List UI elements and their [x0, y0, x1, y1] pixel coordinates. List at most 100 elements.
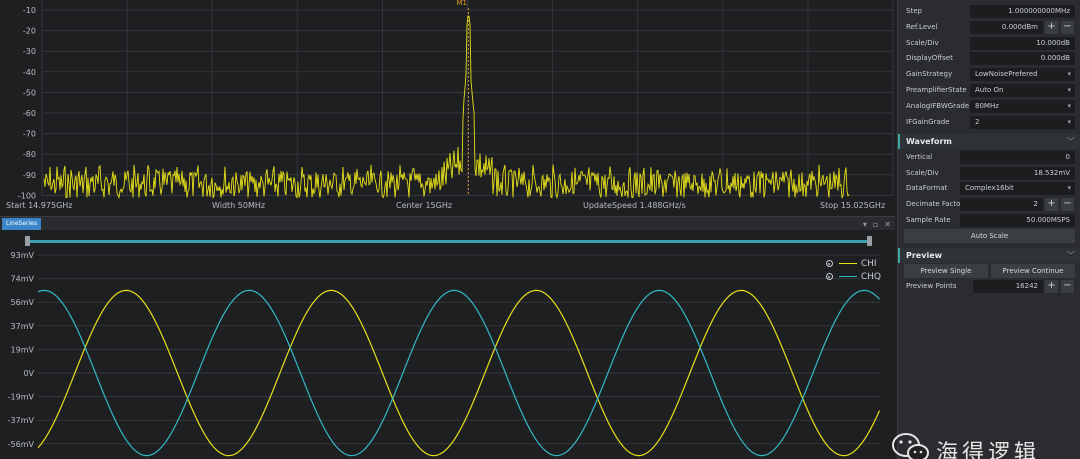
row-sample-rate: Sample Rate 50.000MSPS [898, 213, 1080, 228]
spectrum-trace [43, 15, 850, 200]
row-analog-ifbw: AnalogIFBWGrade 80MHz [898, 99, 1080, 114]
row-vertical: Vertical 0 [898, 150, 1080, 165]
scale-div-input[interactable]: 10.000dB [970, 37, 1075, 50]
analog-ifbw-select[interactable]: 80MHz [970, 100, 1075, 113]
time-panel-tabbar: LineSeries ▾ ▫ ✕ [0, 216, 895, 230]
y-tick-label: 56mV [11, 298, 35, 307]
waveform-section-header[interactable]: Waveform ﹀ [898, 134, 1080, 149]
ref-level-plus-button[interactable]: + [1045, 21, 1058, 34]
preview-points-plus-button[interactable]: + [1045, 280, 1058, 293]
wechat-icon [892, 433, 929, 459]
decimate-minus-button[interactable]: − [1061, 198, 1074, 211]
display-offset-input[interactable]: 0.000dB [970, 52, 1075, 65]
label-if-gain: IFGainGrade [906, 118, 950, 126]
y-tick-label: 19mV [11, 345, 35, 354]
time-domain-plot[interactable]: 93mV 74mV 56mV 37mV 19mV 0V -19mV -37mV -56mV [0, 230, 895, 459]
chevron-down-icon[interactable]: ﹀ [1067, 250, 1075, 261]
preview-points-input[interactable]: 16242 [973, 280, 1043, 293]
step-input[interactable]: 1.000000000MHz [970, 5, 1075, 18]
row-gain-strategy: GainStrategy LowNoisePrefered [898, 67, 1080, 82]
label-preview-points: Preview Points [906, 282, 957, 290]
label-display-offset: DisplayOffset [906, 54, 953, 62]
row-preamp: PreamplifierState Auto On [898, 83, 1080, 98]
ref-level-minus-button[interactable]: − [1061, 21, 1074, 34]
gain-strategy-select[interactable]: LowNoisePrefered [970, 68, 1075, 81]
spectrum-plot[interactable]: -10-20-30-40-50-60-70-80-90-100M1 [0, 0, 895, 200]
range-slider-right-handle [867, 236, 872, 246]
swatch-chq [838, 275, 857, 278]
y-tick-label: -40 [23, 68, 36, 77]
label-analog-ifbw: AnalogIFBWGrade [906, 102, 970, 110]
if-gain-select[interactable]: 2 [970, 116, 1075, 129]
dropdown-icon[interactable]: ▾ [863, 220, 867, 229]
preview-section-header[interactable]: Preview ﹀ [898, 248, 1080, 263]
spectrum-panel[interactable]: -10 -20 -30 -40 -50 -60 -70 -80 -90 -100 M1 Start … [0, 0, 895, 215]
decimate-input[interactable]: 2 [960, 198, 1043, 211]
preview-points-minus-button[interactable]: − [1061, 280, 1074, 293]
waveform-title: Waveform [906, 137, 952, 146]
y-tick-label: -60 [23, 109, 36, 118]
legend-item-chi[interactable]: CHI [825, 257, 881, 270]
watermark-text: 海得逻辑 [936, 441, 1041, 459]
float-icon[interactable]: ▫ [873, 220, 878, 229]
y-tick-label: -10 [23, 6, 36, 15]
stop-freq: Stop 15.025GHz [820, 201, 886, 210]
row-display-offset: DisplayOffset 0.000dB [898, 51, 1080, 66]
vertical-input[interactable]: 0 [960, 151, 1075, 164]
preview-title: Preview [906, 251, 943, 260]
row-step: Step 1.000000000MHz [898, 4, 1080, 19]
tab-line-series[interactable]: LineSeries [2, 218, 41, 230]
label-ref-level: Ref.Level [906, 23, 938, 31]
start-freq: Start 14.975GHz [6, 201, 73, 210]
row-preview-points: Preview Points 16242 + − [898, 279, 1080, 294]
radio-icon[interactable] [825, 260, 833, 267]
label-gain-strategy: GainStrategy [906, 70, 953, 78]
label-vertical: Vertical [906, 153, 933, 161]
row-data-format: DataFormat Complex16bit [898, 181, 1080, 196]
chevron-down-icon[interactable]: ﹀ [1067, 136, 1075, 147]
legend: CHI CHQ [825, 257, 881, 283]
legend-label-chq: CHQ [860, 271, 881, 282]
range-slider-left-handle [25, 236, 30, 246]
marker-label: M1 [457, 0, 468, 7]
label-step: Step [906, 7, 922, 15]
legend-item-chq[interactable]: CHQ [825, 270, 881, 283]
y-tick-label: -19mV [8, 393, 35, 402]
label-sample-rate: Sample Rate [906, 216, 951, 224]
auto-scale-button[interactable]: Auto Scale [904, 229, 1075, 243]
label-preamp: PreamplifierState [906, 86, 967, 94]
decimate-plus-button[interactable]: + [1045, 198, 1058, 211]
y-tick-label: -50 [23, 88, 36, 97]
center-freq: Center 15GHz [396, 201, 453, 210]
spectrum-footer: Start 14.975GHz Width 50MHz Center 15GHz… [0, 198, 895, 214]
ref-level-input[interactable]: 0.000dBm [970, 21, 1043, 34]
label-scale-div: Scale/Div [906, 39, 939, 47]
y-tick-label: 74mV [11, 275, 35, 284]
y-tick-label: 37mV [11, 322, 35, 331]
y-tick-label: -20 [23, 27, 36, 36]
label-decimate: Decimate Factor [906, 200, 964, 208]
span-width: Width 50MHz [212, 201, 266, 210]
sample-rate-input[interactable]: 50.000MSPS [960, 214, 1075, 227]
preview-single-button[interactable]: Preview Single [904, 264, 988, 278]
preamp-select[interactable]: Auto On [970, 84, 1075, 97]
y-tick-label: -37mV [8, 416, 35, 425]
preview-continue-button[interactable]: Preview Continue [991, 264, 1075, 278]
analyzer-window: -10 -20 -30 -40 -50 -60 -70 -80 -90 -100 M1 Start … [0, 0, 1080, 459]
legend-label-chi: CHI [860, 258, 877, 269]
wf-scale-div-input[interactable]: 18.532mV [960, 167, 1075, 180]
data-format-select[interactable]: Complex16bit [960, 182, 1075, 195]
time-domain-panel[interactable]: 93mV 74mV 56mV 37mV 19mV 0V -19mV -37mV -56mV CH… [0, 230, 895, 459]
close-icon[interactable]: ✕ [884, 220, 891, 229]
range-slider-track [28, 240, 872, 243]
swatch-chi [838, 262, 857, 265]
y-tick-label: 93mV [11, 251, 35, 260]
settings-panel: Step 1.000000000MHz Ref.Level 0.000dBm +… [897, 0, 1080, 459]
row-wf-scale-div: Scale/Div 18.532mV [898, 166, 1080, 181]
y-tick-label: -90 [23, 171, 36, 180]
y-tick-label: -70 [23, 130, 36, 139]
y-tick-label: -30 [23, 47, 36, 56]
row-if-gain: IFGainGrade 2 [898, 115, 1080, 130]
radio-icon[interactable] [825, 273, 833, 280]
update-speed: UpdateSpeed 1.488GHz/s [583, 201, 686, 210]
